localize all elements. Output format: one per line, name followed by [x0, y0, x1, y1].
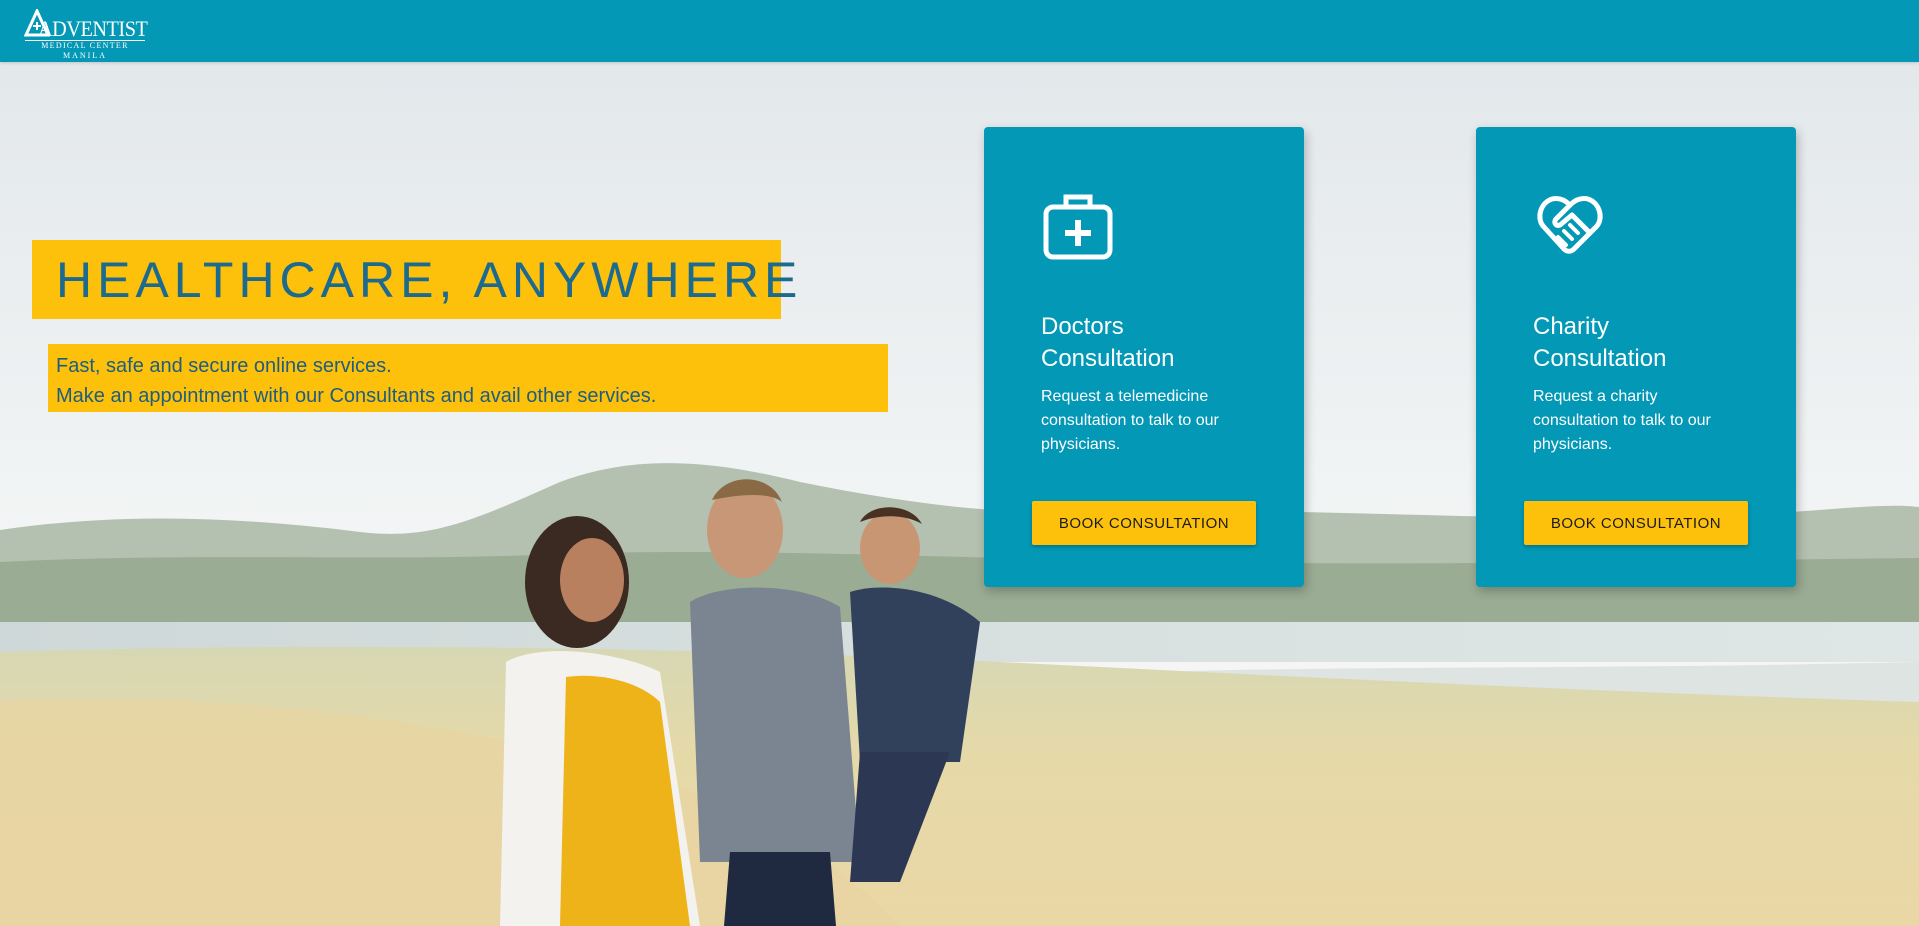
card-title-line-2: Consultation — [1533, 345, 1667, 372]
card-description: Request a charity consultation to talk t… — [1533, 388, 1711, 453]
book-doctors-consultation-button[interactable]: BOOK CONSULTATION — [1032, 501, 1256, 545]
handshake-icon — [1537, 196, 1603, 254]
hero-section: HEALTHCARE, ANYWHERE Fast, safe and secu… — [0, 62, 1919, 926]
medical-kit-icon — [1043, 194, 1113, 260]
charity-consultation-card: Charity Consultation Request a charity c… — [1476, 127, 1796, 587]
headline: HEALTHCARE, ANYWHERE — [56, 251, 803, 308]
card-description: Request a telemedicine consultation to t… — [1041, 388, 1219, 453]
headline-banner: HEALTHCARE, ANYWHERE — [32, 240, 797, 319]
site-logo[interactable]: ADVENTIST MEDICAL CENTER MANILA — [24, 9, 148, 60]
logo-line-2: MANILA — [63, 51, 107, 60]
logo-word: ADVENTIST — [38, 16, 148, 41]
doctors-consultation-card: Doctors Consultation Request a telemedic… — [984, 127, 1304, 587]
hero-subtext-banner: Fast, safe and secure online services. M… — [48, 344, 888, 412]
logo-line-1: MEDICAL CENTER — [25, 40, 145, 50]
card-title-line-2: Consultation — [1041, 345, 1175, 372]
hero-subtext-line-1: Fast, safe and secure online services. — [56, 355, 392, 377]
card-title: Doctors Consultation — [1041, 311, 1261, 375]
book-charity-consultation-button[interactable]: BOOK CONSULTATION — [1524, 501, 1748, 545]
hero-subtext-line-2: Make an appointment with our Consultants… — [56, 385, 657, 407]
top-navbar: ADVENTIST MEDICAL CENTER MANILA — [0, 0, 1919, 62]
card-title-line-1: Charity — [1533, 313, 1610, 340]
card-title: Charity Consultation — [1533, 311, 1753, 375]
card-title-line-1: Doctors — [1041, 313, 1124, 340]
